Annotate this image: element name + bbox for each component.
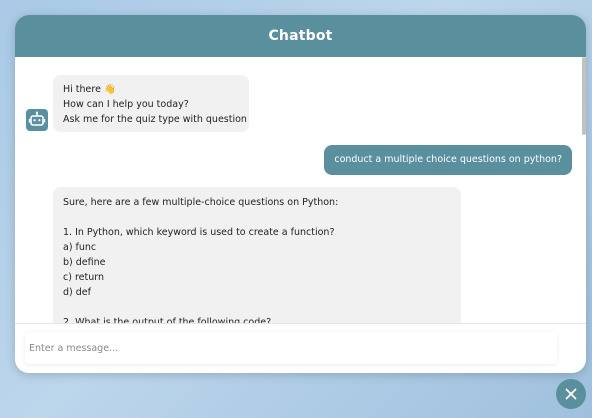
message-line: c) return <box>63 272 104 283</box>
message-text: conduct a multiple choice questions on p… <box>334 154 562 165</box>
chat-window: Chatbot Hi there 👋 How can I help you to… <box>15 15 586 373</box>
robot-icon <box>26 109 48 131</box>
close-button[interactable] <box>556 379 586 409</box>
message-line: 1. In Python, which keyword is used to c… <box>63 227 335 238</box>
message-line: d) def <box>63 287 91 298</box>
message-gap <box>63 210 451 225</box>
message-line: a) func <box>63 242 97 253</box>
scrollbar[interactable] <box>582 57 586 135</box>
message-line: Hi there 👋 <box>63 84 116 95</box>
chat-header: Chatbot <box>15 15 586 57</box>
bot-message: Sure, here are a few multiple-choice que… <box>53 187 461 323</box>
message-gap <box>63 300 451 315</box>
message-line: b) define <box>63 257 106 268</box>
message-input[interactable] <box>25 332 557 364</box>
bot-message: Hi there 👋 How can I help you today? Ask… <box>53 75 249 132</box>
chat-input-area <box>15 323 586 373</box>
user-message: conduct a multiple choice questions on p… <box>324 145 572 175</box>
message-line: How can I help you today? <box>63 99 189 110</box>
chat-body[interactable]: Hi there 👋 How can I help you today? Ask… <box>15 57 586 323</box>
close-icon <box>565 388 577 400</box>
chat-title: Chatbot <box>268 28 333 44</box>
message-line: Sure, here are a few multiple-choice que… <box>63 197 339 208</box>
message-line: Ask me for the quiz type with question <box>63 114 247 125</box>
message-line: 2. What is the output of the following c… <box>63 317 272 323</box>
